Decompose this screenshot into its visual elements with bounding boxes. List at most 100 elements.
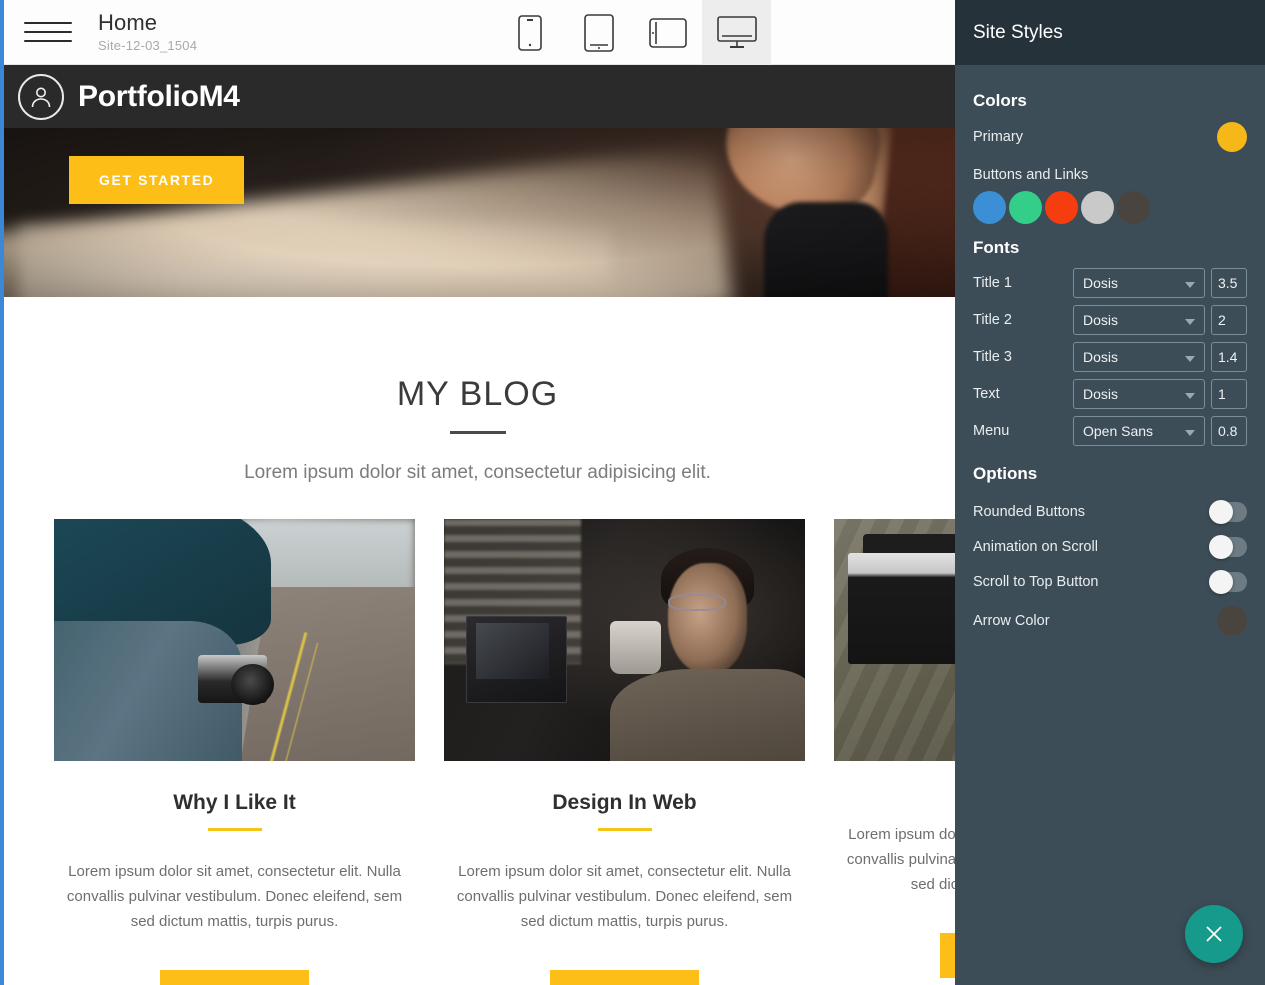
site-meta: Home Site-12-03_1504 [98, 9, 198, 53]
hamburger-bar [24, 22, 72, 24]
font-family-value: Dosis [1083, 312, 1119, 328]
font-family-value: Dosis [1083, 386, 1119, 402]
font-family-select[interactable]: Dosis [1073, 268, 1205, 298]
blog-section: MY BLOG Lorem ipsum dolor sit amet, cons… [0, 297, 955, 985]
options-section-label: Options [973, 464, 1038, 483]
panel-body: Colors Primary Buttons and Links Fonts T… [955, 65, 1265, 643]
button-color-swatch-grey[interactable] [1081, 191, 1114, 224]
button-color-swatch-green[interactable] [1009, 191, 1042, 224]
option-label: Scroll to Top Button [973, 573, 1099, 590]
font-row-label: Menu [973, 423, 1010, 439]
blog-card-image[interactable] [54, 519, 415, 761]
font-row-title-1: Title 1 Dosis 3.5 [973, 268, 1247, 298]
button-color-swatch-red[interactable] [1045, 191, 1078, 224]
option-scroll-to-top-button: Scroll to Top Button [973, 564, 1247, 599]
blog-card-image[interactable] [834, 519, 955, 761]
user-circle-icon[interactable] [18, 73, 64, 120]
font-row-title-3: Title 3 Dosis 1.4 [973, 342, 1247, 372]
buttons-links-swatches [973, 191, 1247, 224]
device-button-tablet-portrait[interactable] [564, 0, 633, 65]
option-animation-on-scroll: Animation on Scroll [973, 529, 1247, 564]
scroll-to-top-toggle[interactable] [1209, 569, 1247, 594]
blog-card-list: Why I Like It Lorem ipsum dolor sit amet… [0, 484, 955, 985]
chevron-down-icon [1185, 282, 1195, 288]
site-name: Home [98, 9, 158, 35]
blog-heading: MY BLOG [396, 375, 559, 413]
site-styles-panel: Site Styles Colors Primary Buttons and L… [955, 0, 1265, 985]
font-row-menu: Menu Open Sans 0.8 [973, 416, 1247, 446]
arrow-color-label: Arrow Color [973, 613, 1050, 629]
panel-header: Site Styles [955, 0, 1265, 65]
site-id: Site-12-03_1504 [98, 37, 198, 53]
read-more-button[interactable]: READ MORE [940, 932, 955, 978]
brand-name[interactable]: PortfolioM4 [78, 80, 240, 114]
device-button-mobile[interactable] [495, 0, 564, 65]
primary-color-label: Primary [973, 129, 1023, 145]
colors-section-label: Colors [973, 91, 1027, 110]
get-started-button[interactable]: GET STARTED [69, 156, 245, 204]
font-row-title-2: Title 2 Dosis 2 [973, 305, 1247, 335]
font-family-value: Dosis [1083, 349, 1119, 365]
hero-background-photo [0, 128, 955, 297]
device-button-tablet-landscape[interactable] [633, 0, 702, 65]
font-size-input[interactable]: 2 [1211, 305, 1247, 335]
left-accent-strip [0, 0, 4, 985]
close-panel-button[interactable] [1185, 905, 1243, 963]
arrow-color-swatch[interactable] [1217, 606, 1247, 636]
chevron-down-icon [1185, 393, 1195, 399]
rounded-buttons-toggle[interactable] [1209, 499, 1247, 524]
hero-section: GET STARTED [0, 128, 955, 297]
close-icon [1206, 926, 1222, 942]
font-size-input[interactable]: 0.8 [1211, 416, 1247, 446]
read-more-button[interactable]: READ MORE [160, 969, 309, 985]
hamburger-icon[interactable] [24, 15, 72, 49]
font-family-select[interactable]: Open Sans [1073, 416, 1205, 446]
editor-topbar: Home Site-12-03_1504 [0, 0, 955, 65]
chevron-down-icon [1185, 430, 1195, 436]
font-size-input[interactable]: 1 [1211, 379, 1247, 409]
button-color-swatch-dark[interactable] [1117, 191, 1150, 224]
blog-card: Why I Like It Lorem ipsum dolor sit amet… [54, 519, 415, 985]
font-family-value: Dosis [1083, 275, 1119, 291]
option-label: Rounded Buttons [973, 503, 1086, 520]
font-family-select[interactable]: Dosis [1073, 379, 1205, 409]
option-rounded-buttons: Rounded Buttons [973, 494, 1247, 529]
read-more-button[interactable]: READ MORE [550, 969, 699, 985]
fonts-section-label: Fonts [973, 238, 1020, 257]
font-row-label: Text [973, 386, 1000, 402]
app-root: Home Site-12-03_1504 PortfolioM4 GET STA… [0, 0, 1265, 985]
chevron-down-icon [1185, 319, 1195, 325]
font-row-label: Title 2 [973, 312, 1012, 328]
font-family-select[interactable]: Dosis [1073, 342, 1205, 372]
device-button-desktop[interactable] [702, 0, 771, 65]
font-family-value: Open Sans [1083, 423, 1154, 439]
font-size-input[interactable]: 3.5 [1211, 268, 1247, 298]
blog-card-image[interactable] [444, 519, 805, 761]
device-switcher [495, 0, 771, 65]
blog-card-text: Lorem ipsum dolor sit amet, consectetur … [846, 826, 955, 893]
font-family-select[interactable]: Dosis [1073, 305, 1205, 335]
blog-card-title: Design In Web [552, 791, 697, 814]
heading-underline [449, 431, 506, 434]
font-row-label: Title 3 [973, 349, 1012, 365]
card-title-underline [597, 828, 652, 831]
option-arrow-color: Arrow Color [973, 599, 1247, 643]
hamburger-bar [24, 31, 72, 33]
blog-card-text: Lorem ipsum dolor sit amet, consectetur … [66, 863, 403, 930]
animation-on-scroll-toggle[interactable] [1209, 534, 1247, 559]
blog-card-text: Lorem ipsum dolor sit amet, consectetur … [456, 863, 793, 930]
panel-title: Site Styles [973, 21, 1063, 43]
primary-color-row: Primary [973, 121, 1247, 153]
primary-color-swatch[interactable] [1217, 122, 1247, 152]
blog-card: Lorem ipsum dolor sit amet, consectetur … [834, 519, 955, 985]
option-label: Animation on Scroll [973, 538, 1098, 555]
blog-subheading: Lorem ipsum dolor sit amet, consectetur … [244, 462, 711, 483]
font-size-input[interactable]: 1.4 [1211, 342, 1247, 372]
font-row-text: Text Dosis 1 [973, 379, 1247, 409]
font-row-label: Title 1 [973, 275, 1012, 291]
chevron-down-icon [1185, 356, 1195, 362]
blog-card: Design In Web Lorem ipsum dolor sit amet… [444, 519, 805, 985]
site-preview-canvas: Home Site-12-03_1504 PortfolioM4 GET STA… [0, 0, 955, 985]
button-color-swatch-blue[interactable] [973, 191, 1006, 224]
site-header: PortfolioM4 [0, 65, 955, 128]
